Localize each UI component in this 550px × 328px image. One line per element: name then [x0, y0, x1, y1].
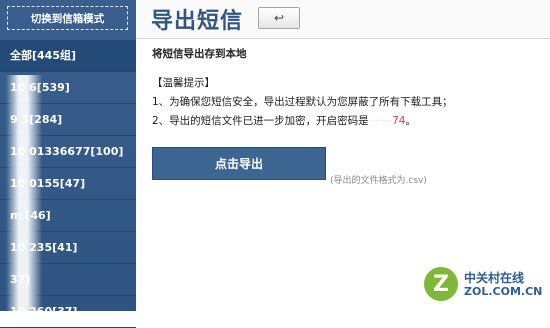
zol-watermark: Z 中关村在线 ZOL.COM.CN: [424, 265, 548, 305]
header: 导出短信 ↩: [136, 0, 550, 39]
tips-heading: 【温馨提示】: [152, 77, 215, 89]
zol-logo-icon: Z: [424, 267, 458, 301]
contact-group-list: 全部[445组] 10 6[539] 9 5[284] 10 01336677[…: [0, 40, 136, 328]
tip-line-1: 1、为确保您短信安全，导出过程默认为您屏蔽了所有下载工具；: [152, 96, 453, 108]
file-format-note: (导出的文件格式为.csv): [330, 176, 427, 186]
back-button[interactable]: ↩: [258, 7, 300, 29]
tip-line-2: 2、导出的短信文件已进一步加密，开启密码是·······74。: [152, 113, 453, 128]
section-title: 将短信导出存到本地: [152, 48, 247, 60]
group-item[interactable]: 10 235[41]: [0, 232, 136, 264]
group-item[interactable]: 9 5[284]: [0, 104, 136, 136]
group-item[interactable]: 10 260[37]: [0, 296, 136, 328]
tip-2-period: 。: [405, 115, 416, 127]
group-item[interactable]: m [46]: [0, 200, 136, 232]
sidebar: 切换到信箱模式 全部[445组] 10 6[539] 9 5[284] 10 0…: [0, 0, 136, 328]
group-item[interactable]: 10 0155[47]: [0, 168, 136, 200]
password-obscured: ·······: [368, 115, 393, 127]
group-item[interactable]: 10 6[539]: [0, 72, 136, 104]
switch-to-mailbox-mode-button[interactable]: 切换到信箱模式: [7, 6, 128, 30]
watermark-cn-text: 中关村在线: [464, 271, 525, 285]
export-content: 将短信导出存到本地 【温馨提示】 1、为确保您短信安全，导出过程默认为您屏蔽了所…: [152, 46, 453, 132]
watermark-en-text: ZOL.COM.CN: [464, 285, 543, 298]
password-visible-part: 74: [392, 115, 406, 127]
tip-2-text: 2、导出的短信文件已进一步加密，开启密码是: [152, 115, 369, 127]
page-title: 导出短信: [151, 9, 244, 34]
group-item[interactable]: 37]: [0, 264, 136, 296]
group-item[interactable]: 10 01336677[100]: [0, 136, 136, 168]
back-arrow-icon: ↩: [273, 11, 285, 25]
group-item-all[interactable]: 全部[445组]: [0, 40, 136, 72]
export-button[interactable]: 点击导出: [152, 147, 326, 180]
